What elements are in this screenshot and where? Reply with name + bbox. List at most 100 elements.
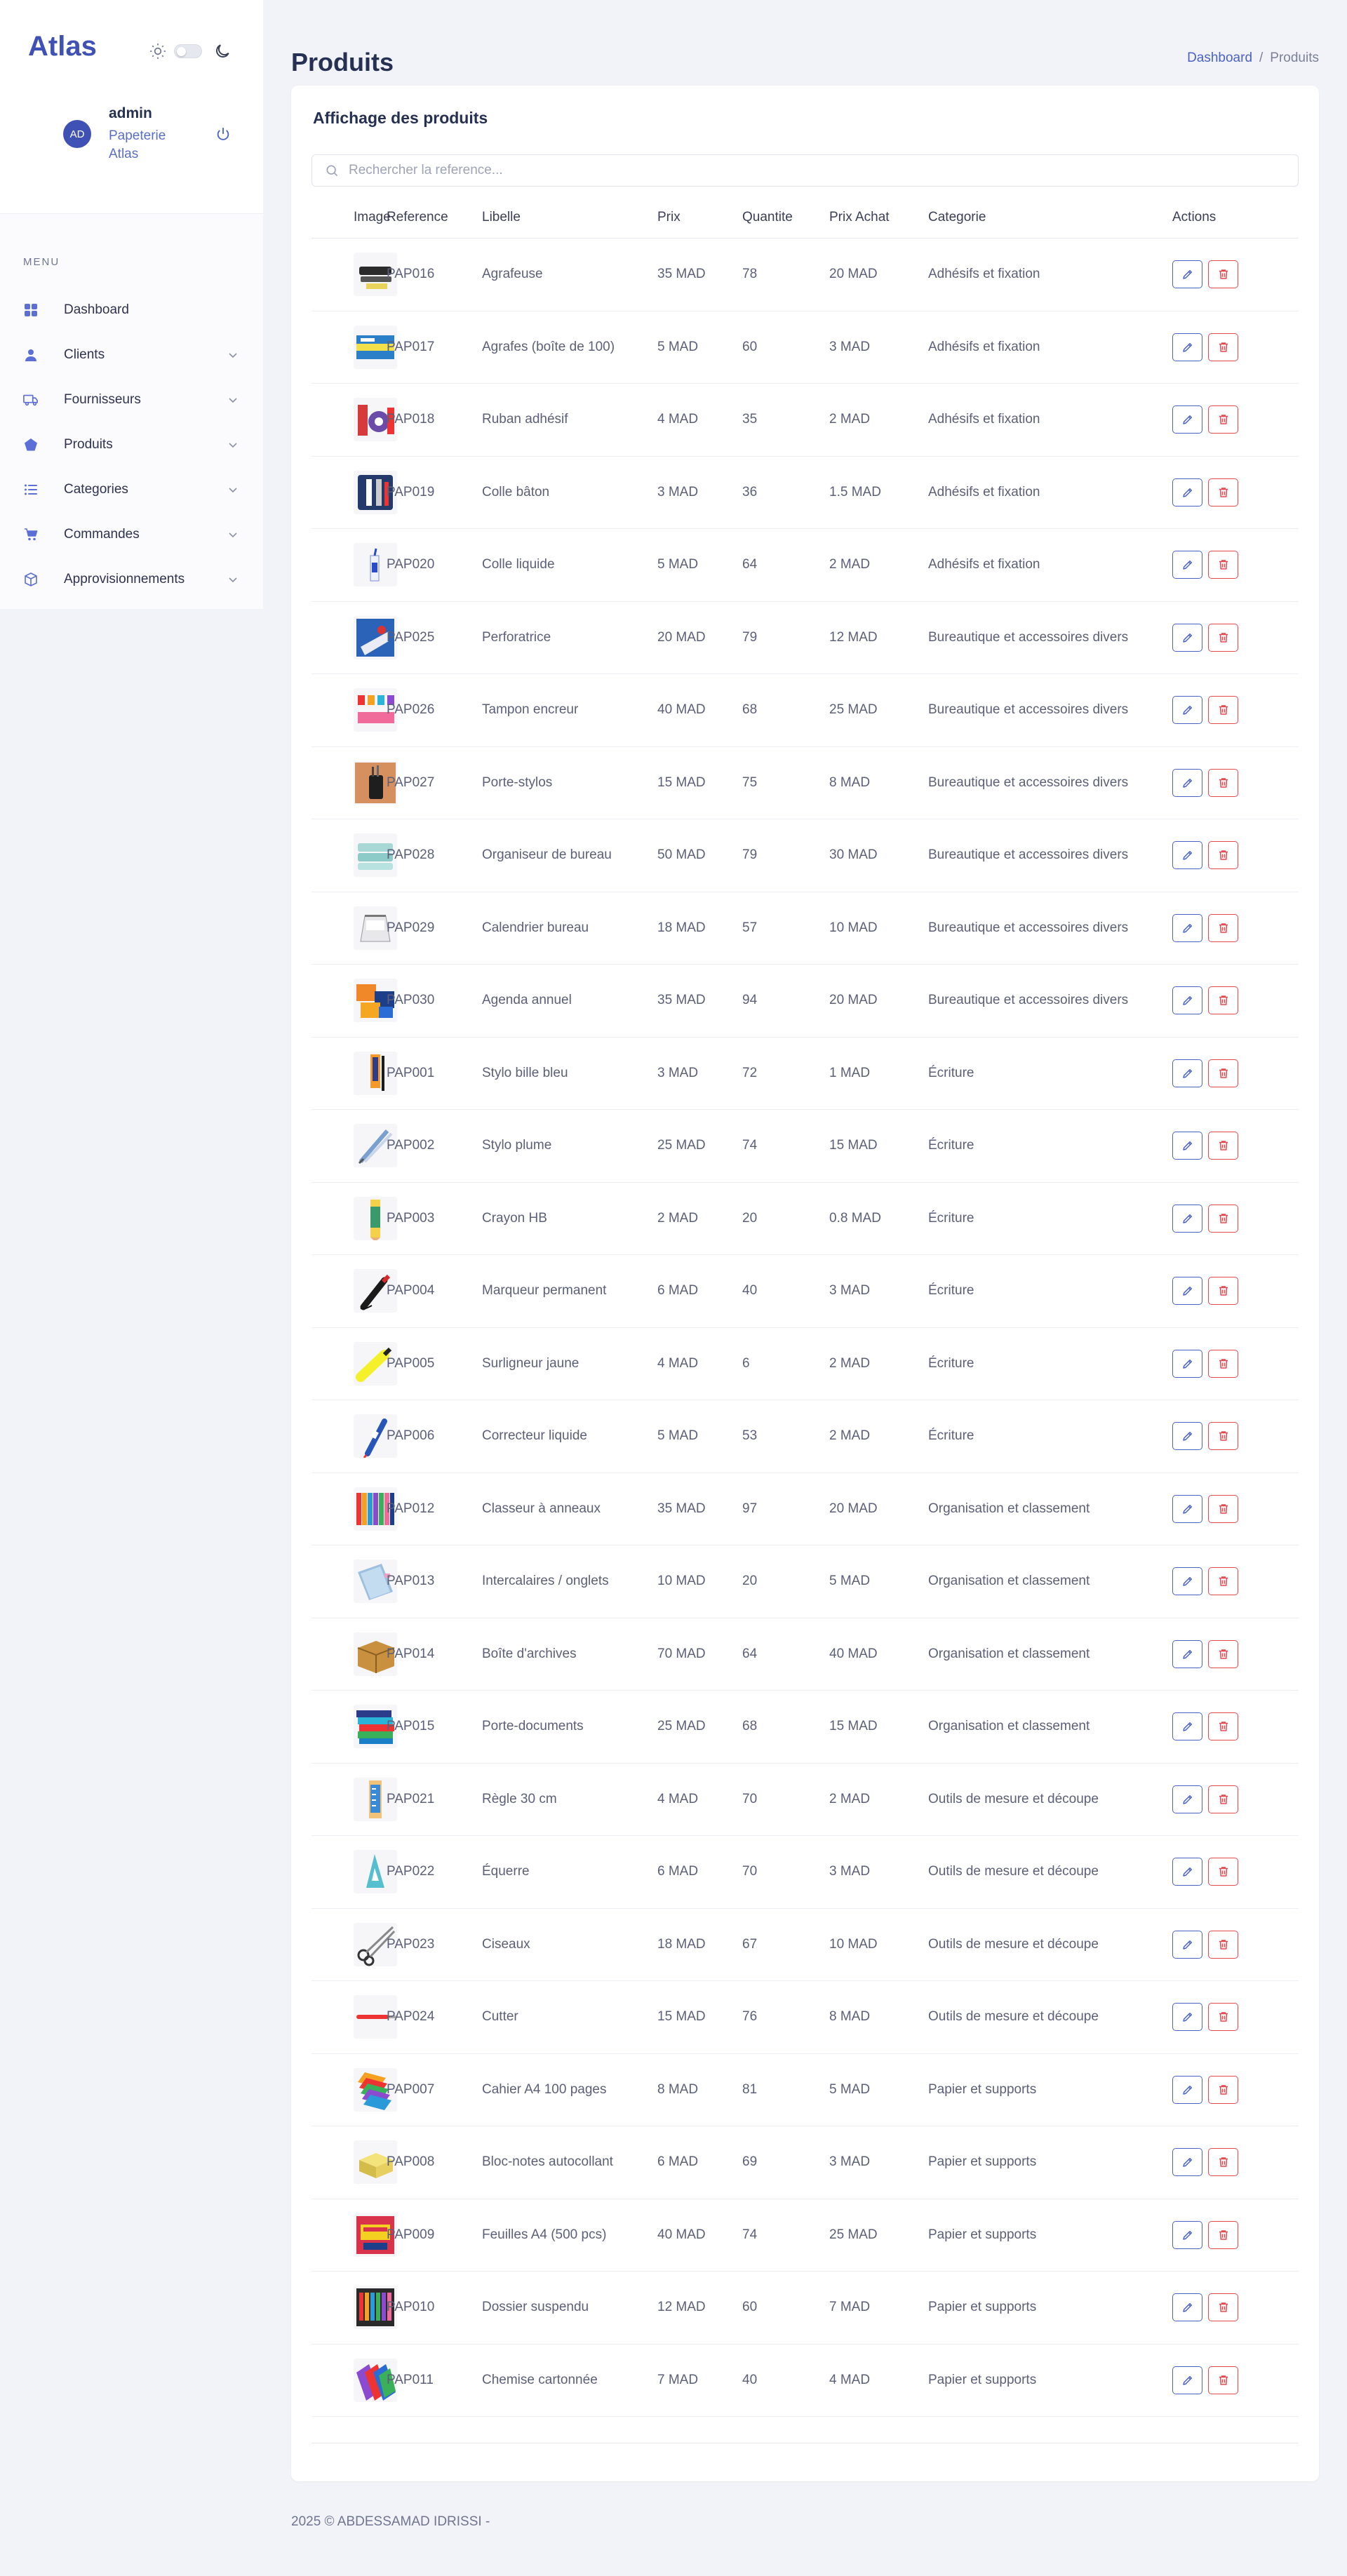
delete-button[interactable] (1208, 768, 1238, 797)
sidebar-item-fournisseurs[interactable]: Fournisseurs (0, 377, 263, 422)
delete-button[interactable] (1208, 696, 1238, 725)
delete-button[interactable] (1208, 2075, 1238, 2104)
edit-button[interactable] (1172, 2293, 1202, 2322)
product-image-cell (311, 1559, 397, 1604)
prix-cell: 20 MAD (657, 629, 706, 645)
delete-button[interactable] (1208, 1567, 1238, 1596)
chevron-down-icon[interactable] (227, 394, 239, 405)
column-header-actions: Actions (1172, 209, 1217, 224)
moon-icon[interactable] (213, 42, 232, 60)
prix-cell: 7 MAD (657, 2372, 699, 2387)
delete-button[interactable] (1208, 1059, 1238, 1087)
search-input[interactable] (349, 163, 1261, 178)
product-image-cell (311, 2358, 397, 2402)
sidebar-item-clients[interactable]: Clients (0, 333, 263, 377)
edit-button[interactable] (1172, 623, 1202, 652)
pencil-icon (1181, 1793, 1194, 1806)
delete-button[interactable] (1208, 1858, 1238, 1886)
delete-button[interactable] (1208, 2220, 1238, 2249)
edit-button[interactable] (1172, 1712, 1202, 1741)
edit-button[interactable] (1172, 2075, 1202, 2104)
delete-button[interactable] (1208, 1930, 1238, 1959)
prix-cell: 70 MAD (657, 1646, 706, 1661)
delete-button[interactable] (1208, 333, 1238, 361)
delete-button[interactable] (1208, 1422, 1238, 1451)
theme-toggle[interactable] (174, 44, 202, 58)
sidebar-item-categories[interactable]: Categories (0, 467, 263, 512)
delete-button[interactable] (1208, 1639, 1238, 1668)
delete-button[interactable] (1208, 913, 1238, 942)
table-row: PAP028 Organiseur de bureau 50 MAD 79 30 MAD… (311, 819, 1299, 892)
edit-button[interactable] (1172, 2220, 1202, 2249)
edit-button[interactable] (1172, 768, 1202, 797)
edit-button[interactable] (1172, 696, 1202, 725)
libelle-cell: Feuilles A4 (500 pcs) (482, 2227, 607, 2242)
sidebar-item-produits[interactable]: Produits (0, 422, 263, 467)
categorie-cell: Outils de mesure et découpe (928, 1864, 1099, 1879)
delete-button[interactable] (1208, 1785, 1238, 1813)
sidebar-item-approvisionnements[interactable]: Approvisionnements (0, 557, 263, 602)
products-table: Image Reference Libelle Prix Quantite Pr… (311, 196, 1299, 2417)
pencil-icon (1181, 849, 1194, 861)
edit-button[interactable] (1172, 1204, 1202, 1233)
edit-button[interactable] (1172, 551, 1202, 579)
delete-button[interactable] (1208, 1349, 1238, 1378)
product-image-cell (311, 1269, 397, 1313)
edit-button[interactable] (1172, 986, 1202, 1015)
brand-logo[interactable]: Atlas (28, 31, 97, 62)
edit-button[interactable] (1172, 333, 1202, 361)
delete-button[interactable] (1208, 405, 1238, 434)
delete-button[interactable] (1208, 1132, 1238, 1160)
delete-button[interactable] (1208, 2366, 1238, 2394)
delete-button[interactable] (1208, 841, 1238, 870)
delete-button[interactable] (1208, 1277, 1238, 1306)
products-card: Affichage des produits Image Reference L… (291, 86, 1319, 2481)
edit-button[interactable] (1172, 478, 1202, 507)
edit-button[interactable] (1172, 1785, 1202, 1813)
delete-button[interactable] (1208, 986, 1238, 1015)
edit-button[interactable] (1172, 2366, 1202, 2394)
edit-button[interactable] (1172, 1059, 1202, 1087)
edit-button[interactable] (1172, 1132, 1202, 1160)
edit-button[interactable] (1172, 1858, 1202, 1886)
delete-button[interactable] (1208, 1494, 1238, 1523)
edit-button[interactable] (1172, 1422, 1202, 1451)
chevron-down-icon[interactable] (227, 484, 239, 495)
edit-button[interactable] (1172, 2148, 1202, 2177)
sidebar-item-dashboard[interactable]: Dashboard (0, 288, 263, 333)
prix-achat-cell: 2 MAD (829, 1428, 871, 1444)
table-row: PAP015 Porte-documents 25 MAD 68 15 MAD Organ… (311, 1691, 1299, 1764)
delete-button[interactable] (1208, 1204, 1238, 1233)
logout-power-icon[interactable] (215, 126, 231, 142)
chevron-down-icon[interactable] (227, 349, 239, 361)
actions-cell (1172, 1712, 1299, 1741)
chevron-down-icon[interactable] (227, 529, 239, 540)
edit-button[interactable] (1172, 1639, 1202, 1668)
delete-button[interactable] (1208, 2003, 1238, 2032)
breadcrumb-dashboard-link[interactable]: Dashboard (1187, 51, 1252, 65)
delete-button[interactable] (1208, 2148, 1238, 2177)
sun-icon[interactable] (149, 42, 167, 60)
chevron-down-icon[interactable] (227, 439, 239, 450)
delete-button[interactable] (1208, 2293, 1238, 2322)
avatar[interactable]: AD (63, 120, 91, 148)
delete-button[interactable] (1208, 551, 1238, 579)
sidebar-item-commandes[interactable]: Commandes (0, 512, 263, 557)
edit-button[interactable] (1172, 405, 1202, 434)
edit-button[interactable] (1172, 841, 1202, 870)
edit-button[interactable] (1172, 1349, 1202, 1378)
chevron-down-icon[interactable] (227, 574, 239, 585)
delete-button[interactable] (1208, 478, 1238, 507)
delete-button[interactable] (1208, 260, 1238, 289)
delete-button[interactable] (1208, 623, 1238, 652)
edit-button[interactable] (1172, 1567, 1202, 1596)
edit-button[interactable] (1172, 1930, 1202, 1959)
edit-button[interactable] (1172, 260, 1202, 289)
edit-button[interactable] (1172, 2003, 1202, 2032)
actions-cell (1172, 768, 1299, 797)
edit-button[interactable] (1172, 913, 1202, 942)
edit-button[interactable] (1172, 1277, 1202, 1306)
delete-button[interactable] (1208, 1712, 1238, 1741)
edit-button[interactable] (1172, 1494, 1202, 1523)
breadcrumb: Dashboard / Produits (1187, 51, 1319, 66)
